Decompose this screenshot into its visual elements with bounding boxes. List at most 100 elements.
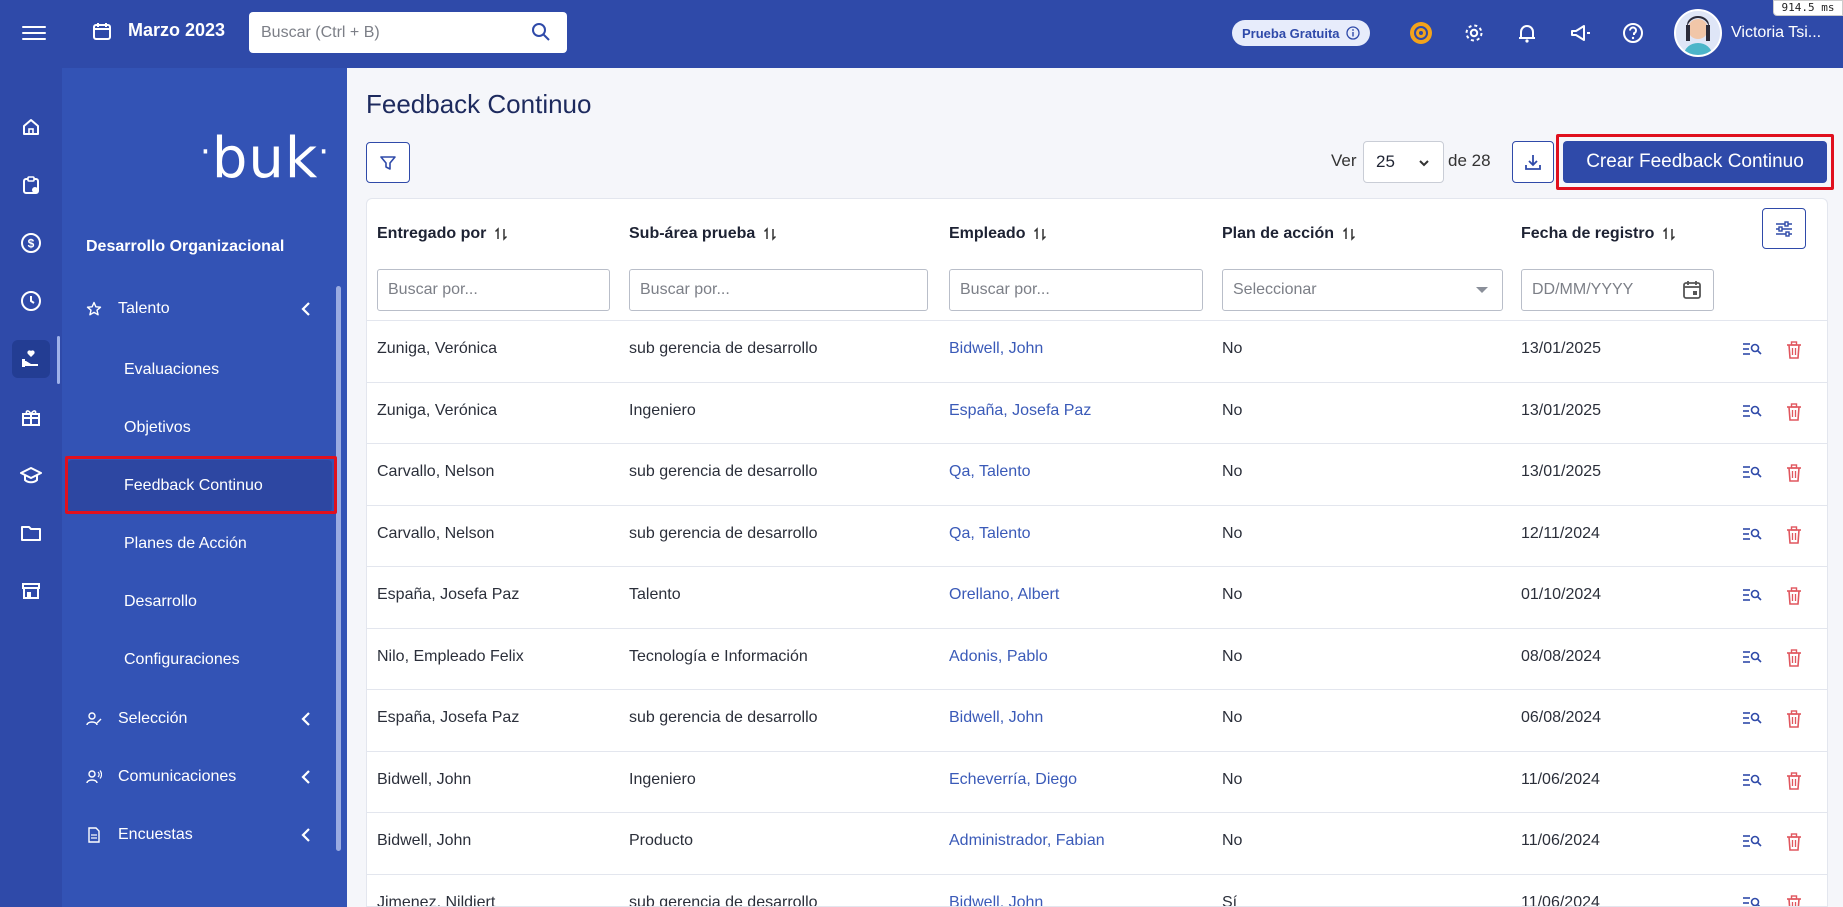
sidebar-item-encuestas[interactable]: Encuestas xyxy=(86,826,326,844)
sidebar-item-evaluaciones[interactable]: Evaluaciones xyxy=(124,361,219,379)
sidebar-item-label: Talento xyxy=(118,300,170,317)
chevron-left-icon xyxy=(301,828,310,842)
search-icon[interactable] xyxy=(531,22,551,42)
sidebar-item-objetivos[interactable]: Objetivos xyxy=(124,419,191,437)
megaphone-icon[interactable] xyxy=(1567,20,1593,46)
home-icon[interactable] xyxy=(12,108,50,146)
view-details-icon[interactable] xyxy=(1742,403,1762,424)
trash-icon[interactable] xyxy=(1786,341,1802,364)
trash-icon[interactable] xyxy=(1786,894,1802,906)
filter-date-input[interactable]: DD/MM/YYYY xyxy=(1521,269,1714,311)
view-details-icon[interactable] xyxy=(1742,833,1762,854)
trash-icon[interactable] xyxy=(1786,833,1802,856)
sidebar-item-label: Comunicaciones xyxy=(118,768,237,785)
sidebar-item-planes-de-accion[interactable]: Planes de Acción xyxy=(124,535,247,553)
cell-plan-de-accion: No xyxy=(1222,586,1243,603)
talent-hand-icon[interactable] xyxy=(12,340,50,378)
cell-fecha: 11/06/2024 xyxy=(1521,832,1600,849)
cell-empleado-link[interactable]: Qa, Talento xyxy=(949,463,1031,481)
sort-icon xyxy=(1663,227,1676,241)
dollar-icon[interactable]: $ xyxy=(12,224,50,262)
sort-icon xyxy=(1034,227,1047,241)
download-button[interactable] xyxy=(1512,141,1554,183)
column-settings-button[interactable] xyxy=(1762,208,1806,249)
view-details-icon[interactable] xyxy=(1742,526,1762,547)
filter-empleado-input[interactable] xyxy=(949,269,1203,311)
power-icon[interactable] xyxy=(1408,20,1434,46)
trash-icon[interactable] xyxy=(1786,710,1802,733)
trash-icon[interactable] xyxy=(1786,587,1802,610)
view-details-icon[interactable] xyxy=(1742,341,1762,362)
caret-down-icon xyxy=(1476,287,1488,293)
sidebar-item-talento[interactable]: Talento xyxy=(86,300,326,318)
feedback-table: Entregado por Sub-área prueba Empleado P… xyxy=(366,198,1828,907)
cell-empleado-link[interactable]: Bidwell, John xyxy=(949,709,1043,727)
cell-entregado-por: Carvallo, Nelson xyxy=(377,463,495,480)
gear-icon[interactable] xyxy=(1461,20,1487,46)
cell-entregado-por: Bidwell, John xyxy=(377,770,472,788)
view-details-icon[interactable] xyxy=(1742,464,1762,485)
cell-fecha: 06/08/2024 xyxy=(1521,709,1602,726)
cell-empleado-link[interactable]: Orellano, Albert xyxy=(949,586,1059,604)
cell-entregado-por: España, Josefa Paz xyxy=(377,586,520,603)
table-row: España, Josefa Paz sub gerencia de desarr… xyxy=(367,689,1827,751)
section-title: Desarrollo Organizacional xyxy=(86,238,285,255)
menu-icon[interactable] xyxy=(22,22,46,46)
header-label: Fecha de registro xyxy=(1521,225,1655,242)
folder-icon[interactable] xyxy=(12,514,50,552)
cell-empleado-link[interactable]: Echeverría, Diego xyxy=(949,771,1077,789)
trash-icon[interactable] xyxy=(1786,402,1802,426)
gift-icon[interactable] xyxy=(12,398,50,436)
help-icon[interactable] xyxy=(1620,20,1646,46)
sidebar-item-configuraciones[interactable]: Configuraciones xyxy=(124,651,240,669)
view-details-icon[interactable] xyxy=(1742,587,1762,608)
download-icon xyxy=(1525,155,1541,170)
cell-empleado-link[interactable]: Bidwell, John xyxy=(949,894,1043,907)
sidebar-scrollbar[interactable] xyxy=(336,286,341,851)
clipboard-icon[interactable] xyxy=(12,166,50,204)
cell-sub-area: sub gerencia de desarrollo xyxy=(629,709,818,726)
header-label: Plan de acción xyxy=(1222,225,1335,242)
graduation-cap-icon[interactable] xyxy=(12,456,50,494)
sidebar-item-comunicaciones[interactable]: Comunicaciones xyxy=(86,768,326,786)
cell-empleado-link[interactable]: Qa, Talento xyxy=(949,525,1031,543)
highlight-feedback-continuo xyxy=(65,456,337,514)
page-title: Feedback Continuo xyxy=(366,89,592,119)
header-entregado-por[interactable]: Entregado por xyxy=(377,225,508,243)
sidebar-item-seleccion[interactable]: Selección xyxy=(86,710,326,728)
trash-icon[interactable] xyxy=(1786,771,1802,795)
user-name[interactable]: Victoria Tsi... xyxy=(1731,24,1821,42)
highlight-create-button xyxy=(1556,134,1834,190)
search-input[interactable] xyxy=(261,23,521,42)
per-page-select[interactable]: 25 xyxy=(1363,141,1444,183)
cell-empleado-link[interactable]: Bidwell, John xyxy=(949,340,1043,358)
clock-icon[interactable] xyxy=(12,282,50,320)
view-details-icon[interactable] xyxy=(1742,895,1762,906)
filter-button[interactable] xyxy=(366,142,410,183)
filter-entregado-por-input[interactable] xyxy=(377,269,610,311)
sidebar-item-desarrollo[interactable]: Desarrollo xyxy=(124,593,197,611)
header-sub-area[interactable]: Sub-área prueba xyxy=(629,225,777,243)
trash-icon[interactable] xyxy=(1786,648,1802,672)
date-selector[interactable]: Marzo 2023 xyxy=(92,20,225,41)
filter-plan-select[interactable]: Seleccionar xyxy=(1222,269,1503,311)
chevron-down-icon xyxy=(1419,160,1429,167)
view-details-icon[interactable] xyxy=(1742,772,1762,793)
per-page-value: 25 xyxy=(1376,152,1395,171)
bell-icon[interactable] xyxy=(1514,20,1540,46)
view-details-icon[interactable] xyxy=(1742,710,1762,731)
header-empleado[interactable]: Empleado xyxy=(949,225,1047,243)
view-details-icon[interactable] xyxy=(1742,649,1762,670)
trial-badge[interactable]: Prueba Gratuita xyxy=(1232,20,1370,46)
cell-empleado-link[interactable]: Adonis, Pablo xyxy=(949,648,1048,666)
store-icon[interactable] xyxy=(12,572,50,610)
trash-icon[interactable] xyxy=(1786,464,1802,487)
cell-empleado-link[interactable]: España, Josefa Paz xyxy=(949,402,1091,420)
trash-icon[interactable] xyxy=(1786,525,1802,549)
header-fecha-de-registro[interactable]: Fecha de registro xyxy=(1521,225,1676,243)
filter-sub-area-input[interactable] xyxy=(629,269,928,311)
header-plan-de-accion[interactable]: Plan de acción xyxy=(1222,225,1356,243)
avatar[interactable] xyxy=(1674,9,1722,57)
cell-empleado-link[interactable]: Administrador, Fabian xyxy=(949,832,1105,850)
calendar-icon[interactable] xyxy=(1681,279,1703,301)
